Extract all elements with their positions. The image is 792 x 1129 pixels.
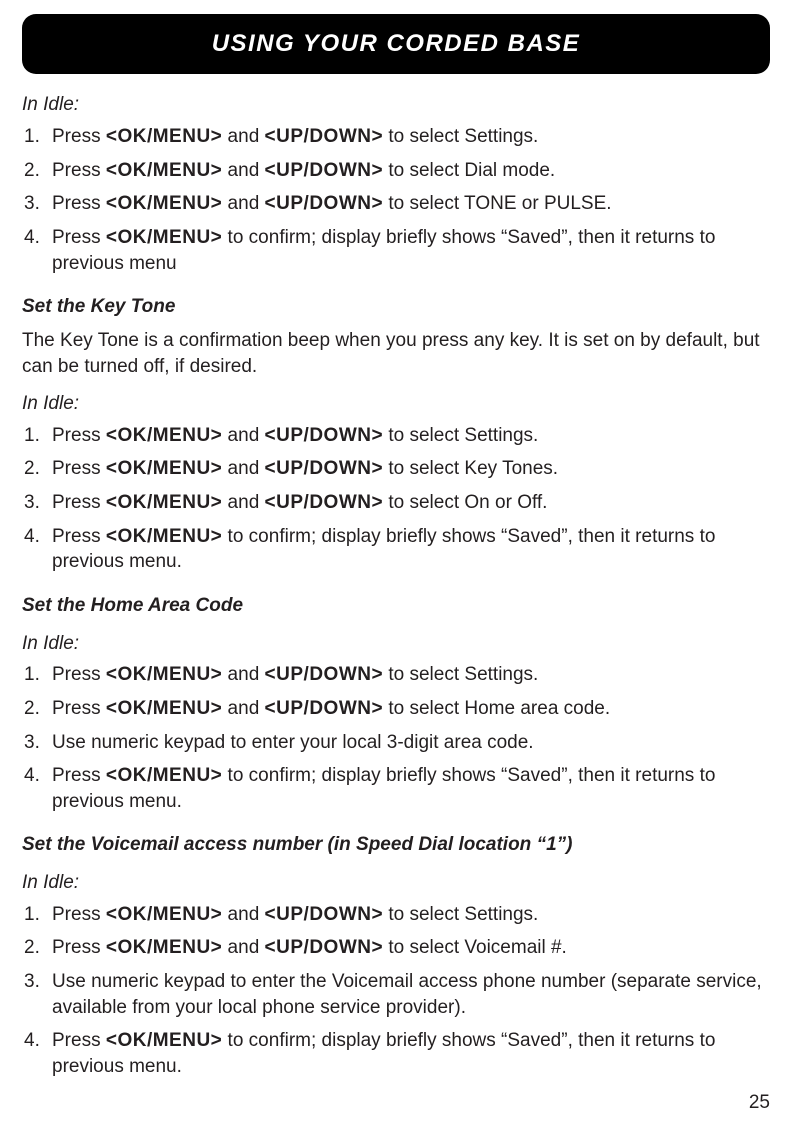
step-post: to select Home area code. [383, 698, 610, 719]
section-heading-areacode: Set the Home Area Code [22, 593, 770, 619]
page-header-banner: USING YOUR CORDED BASE [22, 14, 770, 74]
step-mid: and [222, 126, 264, 147]
step-item: Press <OK/MENU> to confirm; display brie… [22, 524, 770, 575]
updown-key: <UP/DOWN> [265, 937, 384, 958]
step-item: Press <OK/MENU> and <UP/DOWN> to select … [22, 191, 770, 217]
step-post: to select Settings. [383, 664, 538, 685]
step-pre: Press [52, 526, 106, 547]
step-pre: Press [52, 126, 106, 147]
okmenu-key: <OK/MENU> [106, 904, 222, 925]
step-item: Press <OK/MENU> and <UP/DOWN> to select … [22, 935, 770, 961]
step-pre: Press [52, 227, 106, 248]
step-mid: and [222, 492, 264, 513]
step-item: Use numeric keypad to enter the Voicemai… [22, 969, 770, 1020]
step-post: to select Dial mode. [383, 160, 555, 181]
page-number: 25 [22, 1090, 770, 1116]
section-heading-voicemail: Set the Voicemail access number (in Spee… [22, 832, 770, 858]
okmenu-key: <OK/MENU> [106, 425, 222, 446]
step-pre: Press [52, 425, 106, 446]
okmenu-key: <OK/MENU> [106, 126, 222, 147]
step-mid: and [222, 698, 264, 719]
updown-key: <UP/DOWN> [265, 458, 384, 479]
step-pre: Press [52, 937, 106, 958]
state-label: In Idle: [22, 391, 770, 417]
step-post: to select Key Tones. [383, 458, 558, 479]
step-post: to select Settings. [383, 126, 538, 147]
steps-list: Press <OK/MENU> and <UP/DOWN> to select … [22, 902, 770, 1080]
step-mid: and [222, 425, 264, 446]
updown-key: <UP/DOWN> [265, 126, 384, 147]
updown-key: <UP/DOWN> [265, 193, 384, 214]
step-pre: Press [52, 904, 106, 925]
okmenu-key: <OK/MENU> [106, 765, 222, 786]
step-mid: and [222, 160, 264, 181]
step-pre: Press [52, 1030, 106, 1051]
steps-list: Press <OK/MENU> and <UP/DOWN> to select … [22, 662, 770, 814]
okmenu-key: <OK/MENU> [106, 160, 222, 181]
step-item: Press <OK/MENU> and <UP/DOWN> to select … [22, 490, 770, 516]
okmenu-key: <OK/MENU> [106, 526, 222, 547]
step-post: to select Voicemail #. [383, 937, 567, 958]
step-item: Press <OK/MENU> and <UP/DOWN> to select … [22, 423, 770, 449]
step-item: Press <OK/MENU> and <UP/DOWN> to select … [22, 662, 770, 688]
step-item: Press <OK/MENU> to confirm; display brie… [22, 225, 770, 276]
step-pre: Press [52, 492, 106, 513]
step-text: Use numeric keypad to enter the Voicemai… [52, 971, 762, 1018]
step-item: Press <OK/MENU> and <UP/DOWN> to select … [22, 124, 770, 150]
okmenu-key: <OK/MENU> [106, 492, 222, 513]
steps-list: Press <OK/MENU> and <UP/DOWN> to select … [22, 124, 770, 276]
step-item: Use numeric keypad to enter your local 3… [22, 730, 770, 756]
step-pre: Press [52, 193, 106, 214]
step-item: Press <OK/MENU> to confirm; display brie… [22, 1028, 770, 1079]
okmenu-key: <OK/MENU> [106, 698, 222, 719]
okmenu-key: <OK/MENU> [106, 664, 222, 685]
updown-key: <UP/DOWN> [265, 904, 384, 925]
step-mid: and [222, 664, 264, 685]
step-item: Press <OK/MENU> and <UP/DOWN> to select … [22, 696, 770, 722]
step-post: to select TONE or PULSE. [383, 193, 611, 214]
updown-key: <UP/DOWN> [265, 492, 384, 513]
state-label: In Idle: [22, 631, 770, 657]
step-post: to select On or Off. [383, 492, 547, 513]
okmenu-key: <OK/MENU> [106, 1030, 222, 1051]
okmenu-key: <OK/MENU> [106, 193, 222, 214]
updown-key: <UP/DOWN> [265, 425, 384, 446]
step-mid: and [222, 904, 264, 925]
okmenu-key: <OK/MENU> [106, 458, 222, 479]
step-item: Press <OK/MENU> and <UP/DOWN> to select … [22, 456, 770, 482]
step-mid: and [222, 458, 264, 479]
okmenu-key: <OK/MENU> [106, 227, 222, 248]
section-heading-keytone: Set the Key Tone [22, 294, 770, 320]
step-pre: Press [52, 664, 106, 685]
step-pre: Press [52, 765, 106, 786]
step-post: to select Settings. [383, 425, 538, 446]
state-label: In Idle: [22, 870, 770, 896]
step-post: to select Settings. [383, 904, 538, 925]
step-pre: Press [52, 160, 106, 181]
step-text: Use numeric keypad to enter your local 3… [52, 732, 534, 753]
step-item: Press <OK/MENU> and <UP/DOWN> to select … [22, 902, 770, 928]
updown-key: <UP/DOWN> [265, 664, 384, 685]
state-label: In Idle: [22, 92, 770, 118]
updown-key: <UP/DOWN> [265, 160, 384, 181]
step-item: Press <OK/MENU> to confirm; display brie… [22, 763, 770, 814]
updown-key: <UP/DOWN> [265, 698, 384, 719]
step-mid: and [222, 937, 264, 958]
step-item: Press <OK/MENU> and <UP/DOWN> to select … [22, 158, 770, 184]
step-pre: Press [52, 458, 106, 479]
section-intro: The Key Tone is a confirmation beep when… [22, 328, 770, 379]
steps-list: Press <OK/MENU> and <UP/DOWN> to select … [22, 423, 770, 575]
step-pre: Press [52, 698, 106, 719]
step-mid: and [222, 193, 264, 214]
okmenu-key: <OK/MENU> [106, 937, 222, 958]
